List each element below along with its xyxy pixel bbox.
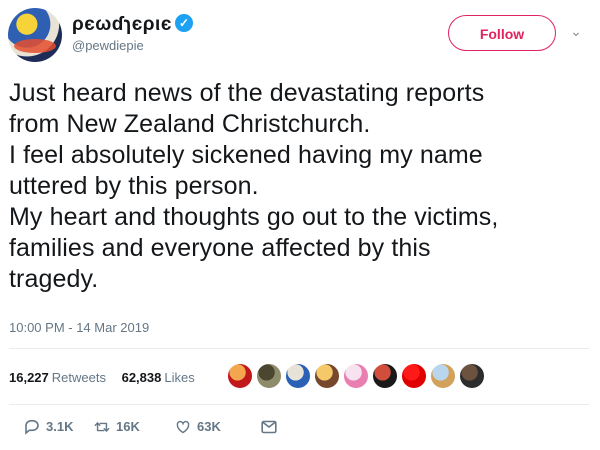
avatar-pink-hair[interactable] (342, 362, 370, 390)
tweet-line-2: from New Zealand Christchurch. (9, 110, 371, 138)
tweet-line-7: tragedy. (9, 265, 99, 293)
engagement-stats: 16,227 Retweets 62,838 Likes (9, 370, 207, 386)
tweet-text: Just heard news of the devastating repor… (9, 78, 589, 295)
tweet-line-3: I feel absolutely sickened having my nam… (9, 141, 483, 169)
tweet-line-1: Just heard news of the devastating repor… (9, 79, 485, 107)
heart-icon (175, 419, 191, 435)
reply-action[interactable]: 3.1K (24, 417, 73, 437)
tweet-timestamp[interactable]: 10:00 PM - 14 Mar 2019 (9, 320, 149, 336)
retweets-label: Retweets (51, 370, 106, 385)
tweet-line-5: My heart and thoughts go out to the vict… (9, 203, 499, 231)
envelope-icon (261, 419, 277, 435)
verified-badge-icon: ✓ (175, 14, 193, 32)
direct-message-action[interactable] (261, 417, 277, 437)
like-count: 63K (197, 419, 221, 434)
chevron-down-icon[interactable]: ⌄ (569, 24, 583, 38)
retweets-count: 16,227 (9, 370, 49, 385)
likes-label: Likes (164, 370, 195, 385)
avatar-red-orb[interactable] (226, 362, 254, 390)
likes-count: 62,838 (121, 370, 162, 385)
avatar-blue-splash[interactable] (284, 362, 312, 390)
likes-stat[interactable]: 62,838 Likes (122, 370, 195, 386)
tweet-line-4: uttered by this person. (9, 172, 259, 200)
avatar-yellow-face[interactable] (313, 362, 341, 390)
like-action[interactable]: 63K (175, 417, 221, 437)
follow-button[interactable]: Follow (448, 15, 556, 51)
stats-divider-top (9, 348, 589, 349)
avatar-red-dot[interactable] (400, 362, 428, 390)
retweets-stat[interactable]: 16,227 Retweets (9, 370, 106, 386)
username-handle[interactable]: @pewdiepie (72, 38, 144, 54)
avatar-red-checker[interactable] (371, 362, 399, 390)
reply-count: 3.1K (46, 419, 74, 434)
actions-divider (9, 404, 589, 405)
retweet-icon (94, 419, 110, 435)
avatar-dark-circle[interactable] (255, 362, 283, 390)
reply-icon (24, 419, 40, 435)
tweet-line-6: families and everyone affected by this (9, 234, 431, 262)
avatar-dark-face[interactable] (458, 362, 486, 390)
retweet-action[interactable]: 16K (94, 417, 140, 437)
avatar-blue-sky[interactable] (429, 362, 457, 390)
retweet-count: 16K (116, 419, 140, 434)
display-name[interactable]: ρєωɗɿєριє (72, 14, 172, 36)
tweet-header: ρєωɗɿєριє ✓ @pewdiepie Follow ⌄ (0, 0, 600, 72)
profile-avatar[interactable] (8, 8, 62, 62)
